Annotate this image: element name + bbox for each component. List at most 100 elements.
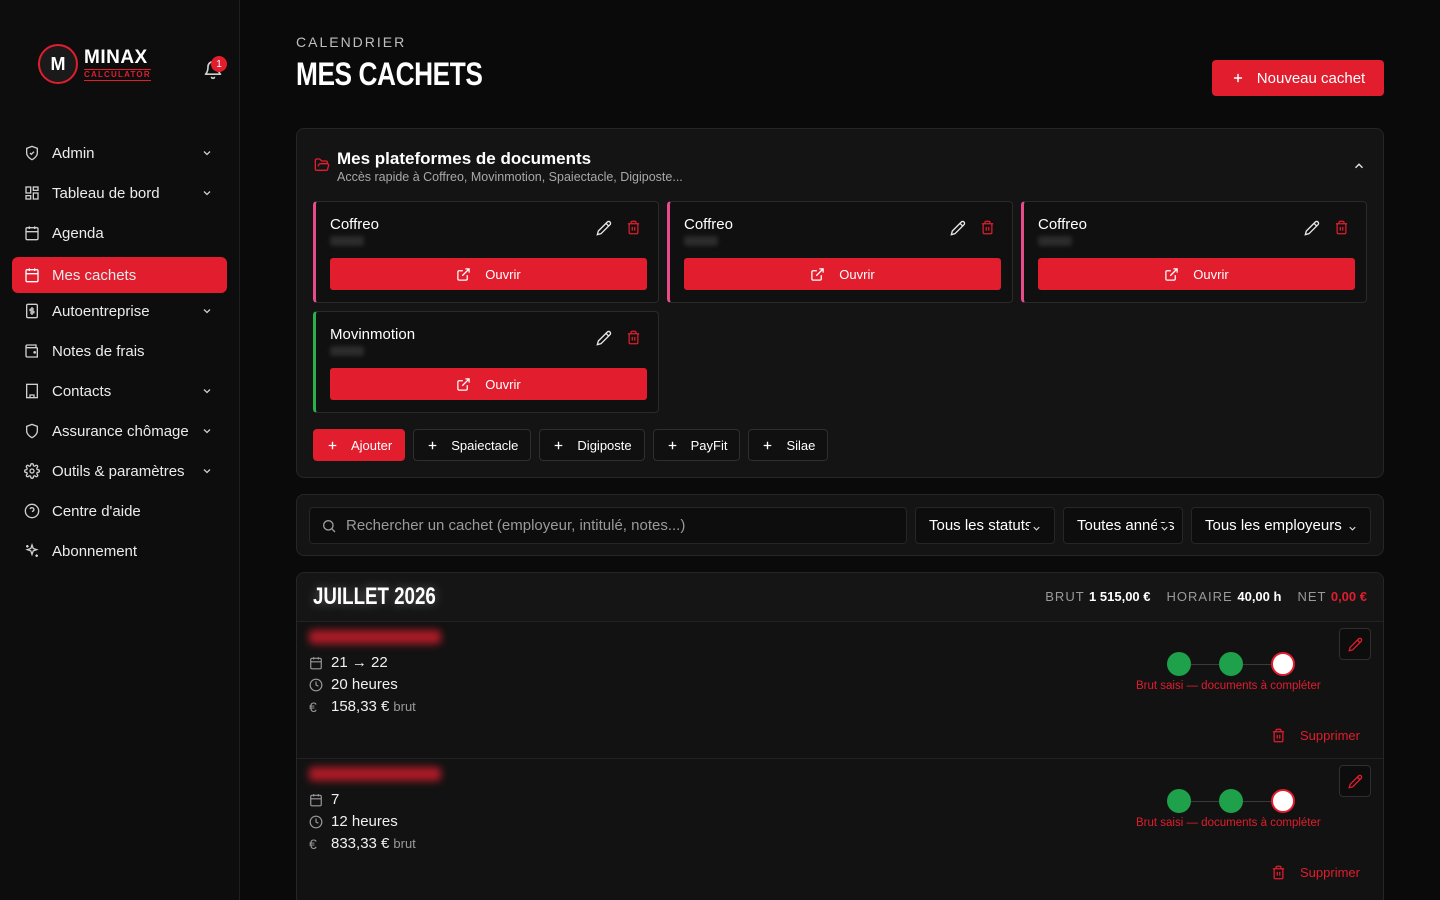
open-platform-button[interactable]: Ouvrir <box>330 258 647 290</box>
sidebar-item-label: Autoentreprise <box>52 302 150 320</box>
chevron-down-icon <box>201 305 213 317</box>
pencil-icon[interactable] <box>950 220 966 236</box>
search-box <box>309 507 907 544</box>
sidebar-item-label: Abonnement <box>52 542 138 560</box>
notification-badge: 1 <box>211 56 227 72</box>
plus-icon <box>1231 71 1245 85</box>
page-title: MES CACHETS <box>296 56 483 92</box>
trash-icon[interactable] <box>626 330 641 345</box>
chevron-down-icon <box>1029 523 1042 534</box>
shield-icon <box>24 145 40 161</box>
sidebar-item-label: Assurance chômage <box>52 422 189 440</box>
search-input[interactable] <box>346 517 886 534</box>
edit-cachet-button[interactable] <box>1339 765 1371 797</box>
sidebar-item-abonnement[interactable]: Abonnement <box>12 533 227 569</box>
status-select-value: Tous les statuts <box>929 517 1033 534</box>
status-select[interactable]: Tous les statuts <box>915 507 1055 544</box>
open-platform-button[interactable]: Ouvrir <box>1038 258 1355 290</box>
filters-bar: Tous les statuts Toutes années Tous les … <box>296 494 1384 556</box>
plus-icon <box>326 439 339 452</box>
calendar-icon <box>309 793 323 807</box>
wallet-icon <box>24 343 40 359</box>
pencil-icon <box>1347 774 1363 789</box>
entry-hours: 12 heures <box>331 813 398 830</box>
chevron-down-icon <box>201 465 213 477</box>
plus-icon <box>552 439 565 452</box>
delete-cachet-button[interactable]: Supprimer <box>1271 865 1360 880</box>
sidebar-item-assurance-chomage[interactable]: Assurance chômage <box>12 413 227 449</box>
app-logo[interactable]: M MINAX CALCULATOR <box>38 44 151 84</box>
add-digiposte-button[interactable]: Digiposte <box>539 429 645 461</box>
entry-title-redacted <box>309 630 441 644</box>
step-done <box>1167 789 1191 813</box>
add-payfit-button[interactable]: PayFit <box>652 429 741 461</box>
brut-value: 1 515,00 € <box>1089 589 1151 604</box>
sidebar-item-tableau-de-bord[interactable]: Tableau de bord <box>12 175 227 211</box>
open-label: Ouvrir <box>1193 266 1229 282</box>
external-link-icon <box>810 267 825 282</box>
open-platform-button[interactable]: Ouvrir <box>684 258 1001 290</box>
net-label: NET <box>1297 589 1327 604</box>
logo-tagline: CALCULATOR <box>84 68 151 81</box>
status-steps <box>1167 652 1295 676</box>
sidebar-item-label: Mes cachets <box>52 266 137 284</box>
month-section: JUILLET 2026 BRUT 1 515,00 € HORAIRE 40,… <box>296 572 1384 900</box>
euro-icon: € <box>309 835 317 852</box>
calendar-grid-icon <box>24 225 40 241</box>
platform-add-chips: Ajouter Spaiectacle Digiposte PayFit Sil… <box>313 429 829 461</box>
sidebar-item-autoentreprise[interactable]: Autoentreprise <box>12 293 227 329</box>
chevron-down-icon <box>201 147 213 159</box>
platform-name: Coffreo <box>330 216 379 233</box>
add-spaiectacle-button[interactable]: Spaiectacle <box>413 429 532 461</box>
shield-check-icon <box>24 423 40 439</box>
gear-icon <box>24 463 40 479</box>
external-link-icon <box>456 267 471 282</box>
edit-cachet-button[interactable] <box>1339 628 1371 660</box>
add-silae-button[interactable]: Silae <box>748 429 829 461</box>
sidebar-item-admin[interactable]: Admin <box>12 135 227 171</box>
plus-icon <box>426 439 439 452</box>
sidebar-item-contacts[interactable]: Contacts <box>12 373 227 409</box>
chip-label: Spaiectacle <box>451 437 519 453</box>
step-pending <box>1271 652 1295 676</box>
month-totals: BRUT 1 515,00 € HORAIRE 40,00 h NET 0,00… <box>1045 589 1367 604</box>
delete-cachet-button[interactable]: Supprimer <box>1271 728 1360 743</box>
sidebar-item-notes-de-frais[interactable]: Notes de frais <box>12 333 227 369</box>
step-pending <box>1271 789 1295 813</box>
sidebar-item-centre-aide[interactable]: Centre d'aide <box>12 493 227 529</box>
chip-label: Silae <box>786 437 816 453</box>
pencil-icon[interactable] <box>596 220 612 236</box>
sidebar-item-outils-parametres[interactable]: Outils & paramètres <box>12 453 227 489</box>
sidebar-item-label: Notes de frais <box>52 342 145 360</box>
trash-icon[interactable] <box>980 220 995 235</box>
status-label: Brut saisi — documents à compléter <box>1136 817 1321 829</box>
open-platform-button[interactable]: Ouvrir <box>330 368 647 400</box>
status-steps <box>1167 789 1295 813</box>
sidebar: M MINAX CALCULATOR 1 Admin Tableau de bo… <box>0 0 240 900</box>
new-cachet-button[interactable]: Nouveau cachet <box>1212 60 1384 96</box>
sidebar-item-agenda[interactable]: Agenda <box>12 215 227 251</box>
cachet-entry[interactable]: 21 → 22 20 heures € 158,33 € brut Brut s… <box>297 621 1383 758</box>
platform-card: Coffreo Ouvrir <box>667 201 1013 303</box>
dollar-doc-icon <box>24 303 40 319</box>
help-circle-icon <box>24 503 40 519</box>
chevron-up-icon[interactable] <box>1352 159 1366 173</box>
add-platform-button[interactable]: Ajouter <box>313 429 406 461</box>
sidebar-item-mes-cachets[interactable]: Mes cachets <box>12 257 227 293</box>
cachet-entry[interactable]: 7 12 heures € 833,33 € brut Brut saisi —… <box>297 758 1383 895</box>
entry-dates: 21 → 22 <box>331 654 388 671</box>
sidebar-item-label: Admin <box>52 144 95 162</box>
pencil-icon[interactable] <box>596 330 612 346</box>
employer-select[interactable]: Tous les employeurs <box>1191 507 1371 544</box>
delete-label: Supprimer <box>1300 865 1360 880</box>
delete-label: Supprimer <box>1300 728 1360 743</box>
trash-icon[interactable] <box>626 220 641 235</box>
chevron-down-icon <box>201 425 213 437</box>
platform-detail-redacted <box>330 346 364 356</box>
platform-detail-redacted <box>684 236 718 246</box>
entry-amount-unit: brut <box>393 836 416 851</box>
trash-icon[interactable] <box>1334 220 1349 235</box>
pencil-icon[interactable] <box>1304 220 1320 236</box>
year-select[interactable]: Toutes années <box>1063 507 1183 544</box>
status-label: Brut saisi — documents à compléter <box>1136 680 1321 692</box>
